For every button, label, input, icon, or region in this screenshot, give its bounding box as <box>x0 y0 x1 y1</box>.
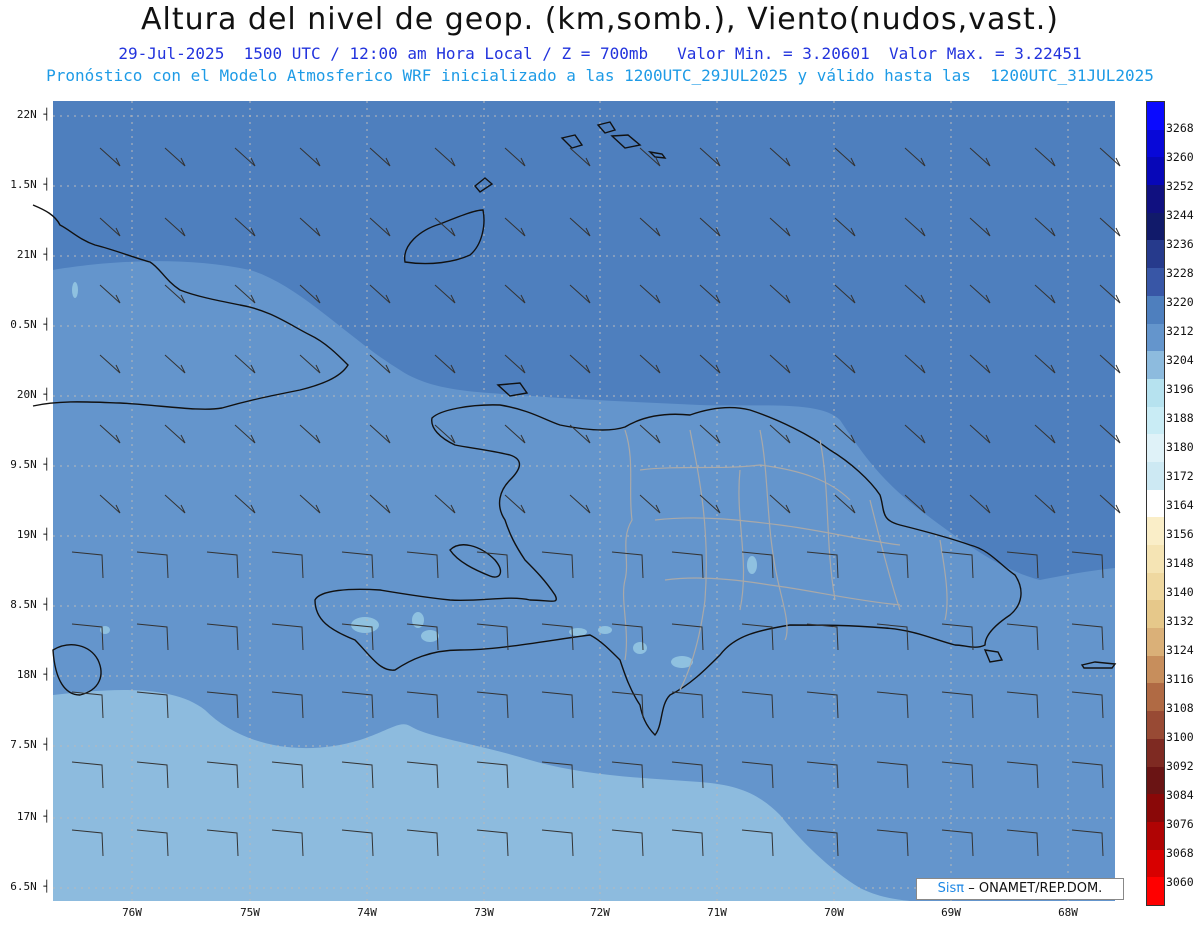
colorbar-tick-label: 3260 <box>1166 150 1194 164</box>
colorbar-segment <box>1147 129 1164 158</box>
colorbar-segment <box>1147 351 1164 379</box>
colorbar-tick-label: 3228 <box>1166 266 1194 280</box>
colorbar-segment <box>1147 323 1164 352</box>
colorbar-tick-label: 3092 <box>1166 759 1194 773</box>
colorbar-tick-label: 3068 <box>1166 846 1194 860</box>
colorbar-tick-label: 3204 <box>1166 353 1194 367</box>
colorbar-segment <box>1147 212 1164 241</box>
colorbar-tick-label: 3108 <box>1166 701 1194 715</box>
colorbar-tick-label: 3188 <box>1166 411 1194 425</box>
forecast-time-line: 29-Jul-2025 1500 UTC / 12:00 am Hora Loc… <box>118 44 1082 63</box>
lat-label: 8.5N ┤ <box>10 598 50 611</box>
weather-map <box>32 101 1121 901</box>
colorbar-tick-label: 3180 <box>1166 440 1194 454</box>
colorbar-tick-label: 3084 <box>1166 788 1194 802</box>
lat-label: 6.5N ┤ <box>10 880 50 893</box>
lat-label: 18N ┤ <box>16 668 50 681</box>
lon-label: 72W <box>590 906 610 919</box>
colorbar-tick-label: 3132 <box>1166 614 1194 628</box>
colorbar-tick-label: 3060 <box>1166 875 1194 889</box>
colorbar-tick-label: 3268 <box>1166 121 1194 135</box>
lon-label: 70W <box>824 906 844 919</box>
colorbar-segment <box>1147 655 1164 684</box>
colorbar-segment <box>1147 185 1164 213</box>
colorbar-segment <box>1147 711 1164 739</box>
lon-label: 75W <box>240 906 260 919</box>
colorbar-tick-label: 3076 <box>1166 817 1194 831</box>
colorbar-tick-label: 3156 <box>1166 527 1194 541</box>
colorbar-segment <box>1147 794 1164 822</box>
colorbar-segment <box>1147 628 1164 656</box>
lat-label: 9.5N ┤ <box>10 458 50 471</box>
lon-label: 71W <box>707 906 727 919</box>
colorbar-segment <box>1147 683 1164 712</box>
lat-label: 19N ┤ <box>16 528 50 541</box>
credit-box: Sisπ – ONAMET/REP.DOM. <box>916 878 1124 900</box>
colorbar-segment <box>1147 240 1164 269</box>
colorbar-tick-label: 3164 <box>1166 498 1194 512</box>
colorbar-tick-label: 3196 <box>1166 382 1194 396</box>
colorbar-segment <box>1147 517 1164 545</box>
colorbar-segment <box>1147 378 1164 407</box>
lat-label: 7.5N ┤ <box>10 738 50 751</box>
colorbar-segment <box>1147 406 1164 435</box>
lon-label: 73W <box>474 906 494 919</box>
credit-text: – ONAMET/REP.DOM. <box>968 881 1103 896</box>
colorbar-segment <box>1147 766 1164 795</box>
colorbar-segment <box>1147 434 1164 462</box>
colorbar-tick-label: 3172 <box>1166 469 1194 483</box>
colorbar-tick-label: 3252 <box>1166 179 1194 193</box>
lon-label: 76W <box>122 906 142 919</box>
colorbar-tick-label: 3212 <box>1166 324 1194 338</box>
lat-label: 21N ┤ <box>16 248 50 261</box>
colorbar-tick-label: 3116 <box>1166 672 1194 686</box>
colorbar-segment <box>1147 849 1164 878</box>
colorbar-segment <box>1147 102 1164 130</box>
brand-logo: Sisπ <box>937 881 965 896</box>
colorbar-tick-label: 3148 <box>1166 556 1194 570</box>
colorbar-tick-label: 3236 <box>1166 237 1194 251</box>
lon-label: 68W <box>1058 906 1078 919</box>
colorbar-tick-label: 3220 <box>1166 295 1194 309</box>
model-info-line: Pronóstico con el Modelo Atmosferico WRF… <box>46 66 1154 85</box>
page-title: Altura del nivel de geop. (km,somb.), Vi… <box>141 2 1059 37</box>
colorbar-segment <box>1147 877 1164 905</box>
colorbar-segment <box>1147 738 1164 767</box>
colorbar-tick-label: 3140 <box>1166 585 1194 599</box>
colorbar-tick-label: 3244 <box>1166 208 1194 222</box>
lat-label: 1.5N ┤ <box>10 178 50 191</box>
colorbar-segment <box>1147 821 1164 850</box>
colorbar-tick-label: 3100 <box>1166 730 1194 744</box>
lat-label: 17N ┤ <box>16 810 50 823</box>
colorbar-segment <box>1147 572 1164 601</box>
lon-label: 74W <box>357 906 377 919</box>
lat-label: 0.5N ┤ <box>10 318 50 331</box>
colorbar-segment <box>1147 295 1164 324</box>
lon-label: 69W <box>941 906 961 919</box>
colorbar <box>1146 101 1165 906</box>
colorbar-tick-label: 3124 <box>1166 643 1194 657</box>
lat-label: 22N ┤ <box>16 108 50 121</box>
lat-label: 20N ┤ <box>16 388 50 401</box>
colorbar-segment <box>1147 461 1164 490</box>
colorbar-segment <box>1147 600 1164 629</box>
colorbar-segment <box>1147 268 1164 296</box>
colorbar-segment <box>1147 157 1164 186</box>
colorbar-segment <box>1147 545 1164 573</box>
colorbar-segment <box>1147 489 1164 518</box>
